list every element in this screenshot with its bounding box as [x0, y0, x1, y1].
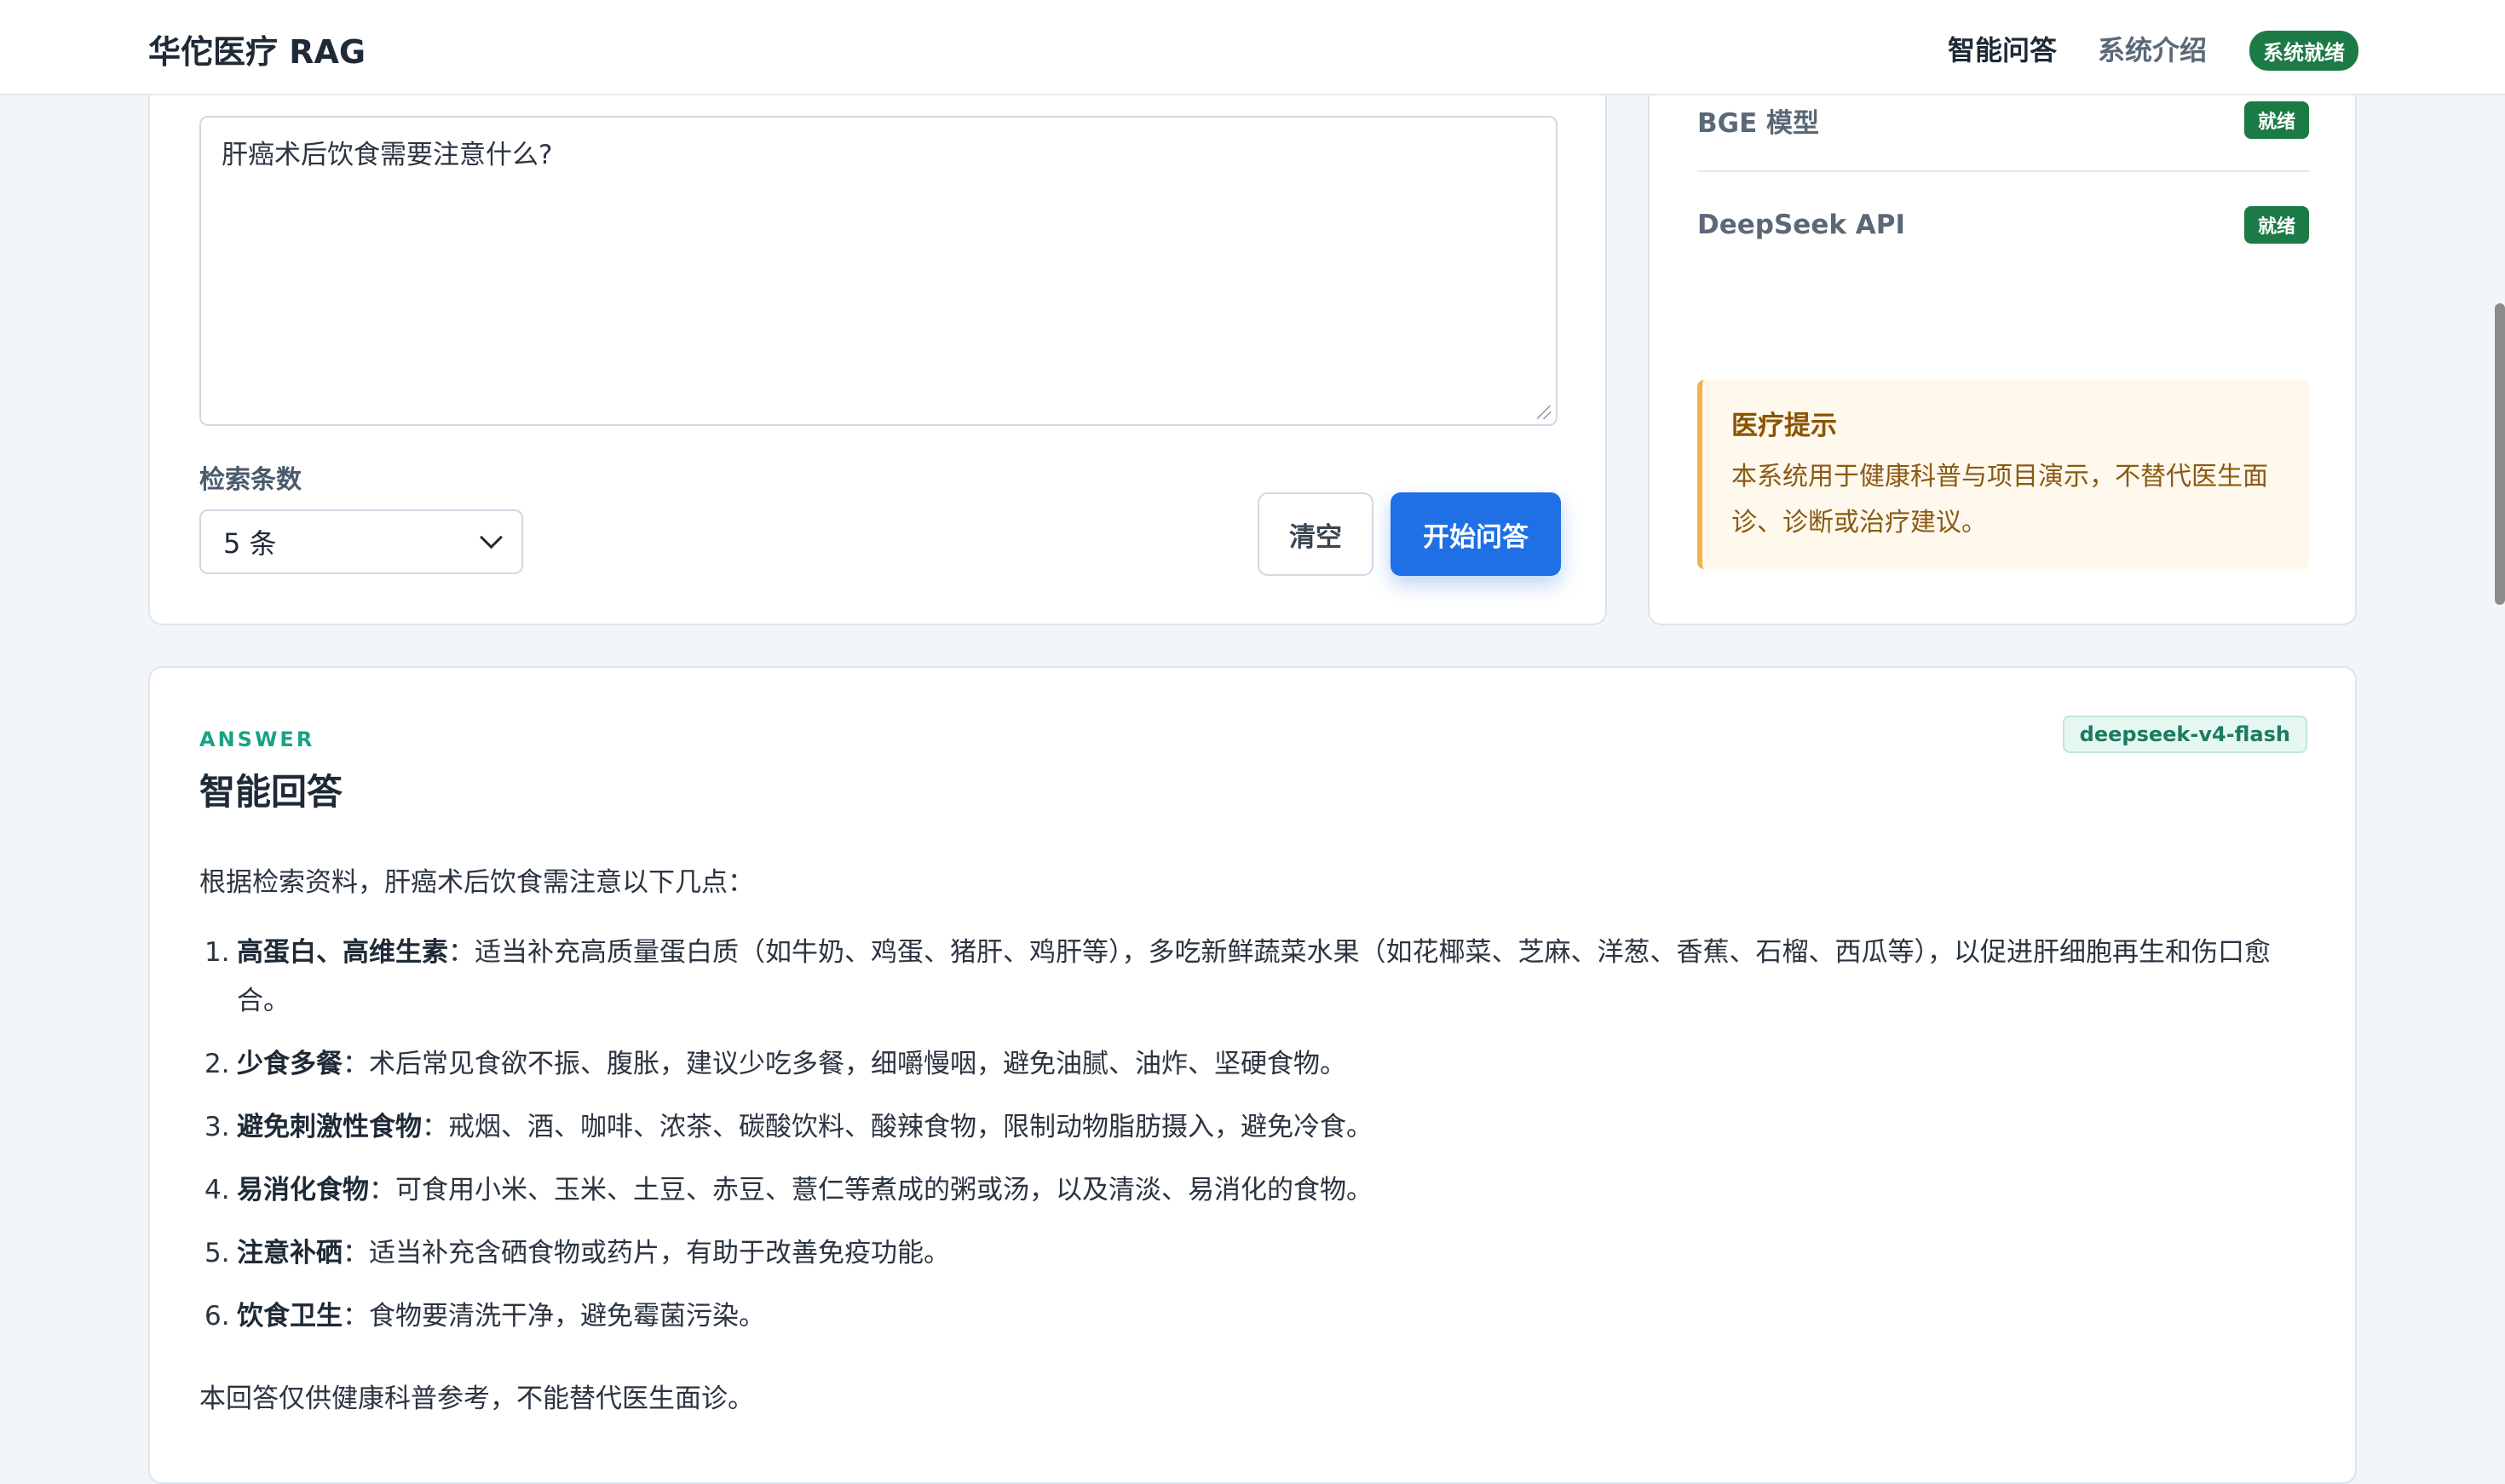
- list-number: 4.: [204, 1175, 230, 1205]
- list-item: 1. 高蛋白、高维生素：适当补充高质量蛋白质（如牛奶、鸡蛋、猪肝、鸡肝等），多吃新…: [199, 929, 2312, 1026]
- list-item: 4. 易消化食物：可食用小米、玉米、土豆、赤豆、薏仁等煮成的粥或汤，以及清淡、易消…: [199, 1166, 2312, 1215]
- model-badge: deepseek-v4-flash: [2062, 716, 2307, 753]
- retrieval-count-label: 检索条数: [199, 465, 302, 495]
- status-badge-bge: 就绪: [2243, 101, 2309, 139]
- list-item-text: ：戒烟、酒、咖啡、浓茶、碳酸饮料、酸辣食物，限制动物脂肪摄入，避免冷食。: [422, 1112, 1373, 1142]
- status-name-bge: BGE 模型: [1697, 107, 1820, 139]
- list-item-heading: 易消化食物: [237, 1175, 369, 1205]
- scrollbar-thumb[interactable]: [2495, 303, 2505, 605]
- list-item-text: ：可食用小米、玉米、土豆、赤豆、薏仁等煮成的粥或汤，以及清淡、易消化的食物。: [369, 1175, 1373, 1205]
- system-status-card: 就绪 BGE 模型 就绪 DeepSeek API 就绪 医疗提示 本系统用于健…: [1648, 16, 2357, 625]
- answer-title: 智能回答: [199, 771, 343, 813]
- question-text: 肝癌术后饮食需要注意什么?: [222, 140, 553, 170]
- list-item-text: ：适当补充含硒食物或药片，有助于改善免疫功能。: [343, 1238, 950, 1268]
- answer-disclaimer: 本回答仅供健康科普参考，不能替代医生面诊。: [199, 1383, 754, 1414]
- status-badge-deepseek: 就绪: [2243, 206, 2309, 244]
- list-item-heading: 少食多餐: [237, 1049, 343, 1079]
- answer-card: ANSWER 智能回答 deepseek-v4-flash 根据检索资料，肝癌术…: [148, 666, 2357, 1484]
- navbar: 华佗医疗 RAG 智能问答 系统介绍 系统就绪: [0, 0, 2505, 95]
- question-textarea[interactable]: 肝癌术后饮食需要注意什么?: [199, 116, 1558, 426]
- answer-kicker: ANSWER: [199, 728, 315, 751]
- brand-logo[interactable]: 华佗医疗 RAG: [148, 26, 366, 72]
- medical-tip: 医疗提示 本系统用于健康科普与项目演示，不替代医生面诊、诊断或治疗建议。: [1697, 380, 2309, 569]
- retrieval-count-select[interactable]: 5 条: [199, 509, 523, 574]
- chevron-down-icon: [480, 525, 503, 549]
- medical-tip-body: 本系统用于健康科普与项目演示，不替代医生面诊、诊断或治疗建议。: [1731, 462, 2268, 538]
- start-qa-button[interactable]: 开始问答: [1391, 492, 1561, 576]
- list-item-heading: 高蛋白、高维生素: [237, 937, 448, 968]
- list-item-heading: 避免刺激性食物: [237, 1112, 422, 1142]
- status-row-deepseek: DeepSeek API 就绪: [1697, 174, 2309, 276]
- system-status-badge: 系统就绪: [2249, 31, 2358, 71]
- status-name-deepseek: DeepSeek API: [1697, 210, 1906, 240]
- list-number: 3.: [204, 1112, 230, 1142]
- list-number: 6.: [204, 1301, 230, 1332]
- resize-handle-icon[interactable]: [1537, 406, 1551, 419]
- list-item-text: ：适当补充高质量蛋白质（如牛奶、鸡蛋、猪肝、鸡肝等），多吃新鲜蔬菜水果（如花椰菜…: [237, 937, 2271, 1016]
- list-number: 2.: [204, 1049, 230, 1079]
- list-number: 1.: [204, 937, 230, 968]
- question-card: 肝癌术后饮食需要注意什么? 检索条数 5 条 清空 开始问答: [148, 34, 1607, 625]
- clear-button[interactable]: 清空: [1258, 492, 1373, 576]
- list-item-heading: 注意补硒: [237, 1238, 343, 1268]
- list-item-text: ：术后常见食欲不振、腹胀，建议少吃多餐，细嚼慢咽，避免油腻、油炸、坚硬食物。: [343, 1049, 1346, 1079]
- list-number: 5.: [204, 1238, 230, 1268]
- list-item-heading: 饮食卫生: [237, 1301, 343, 1332]
- answer-list: 1. 高蛋白、高维生素：适当补充高质量蛋白质（如牛奶、鸡蛋、猪肝、鸡肝等），多吃新…: [199, 929, 2312, 1355]
- list-item-text: ：食物要清洗干净，避免霉菌污染。: [343, 1301, 765, 1332]
- list-item: 6. 饮食卫生：食物要清洗干净，避免霉菌污染。: [199, 1292, 2312, 1341]
- retrieval-count-value: 5 条: [223, 527, 277, 560]
- list-item: 3. 避免刺激性食物：戒烟、酒、咖啡、浓茶、碳酸饮料、酸辣食物，限制动物脂肪摄入，…: [199, 1103, 2312, 1152]
- nav-link-intro[interactable]: 系统介绍: [2098, 29, 2207, 68]
- nav-link-qa[interactable]: 智能问答: [1948, 29, 2057, 68]
- list-item: 5. 注意补硒：适当补充含硒食物或药片，有助于改善免疫功能。: [199, 1229, 2312, 1278]
- answer-intro: 根据检索资料，肝癌术后饮食需注意以下几点：: [199, 867, 754, 898]
- page-content: 肝癌术后饮食需要注意什么? 检索条数 5 条 清空 开始问答 就绪 BGE 模型…: [0, 0, 2505, 1484]
- medical-tip-title: 医疗提示: [1731, 411, 1837, 441]
- list-item: 2. 少食多餐：术后常见食欲不振、腹胀，建议少吃多餐，细嚼慢咽，避免油腻、油炸、坚…: [199, 1040, 2312, 1089]
